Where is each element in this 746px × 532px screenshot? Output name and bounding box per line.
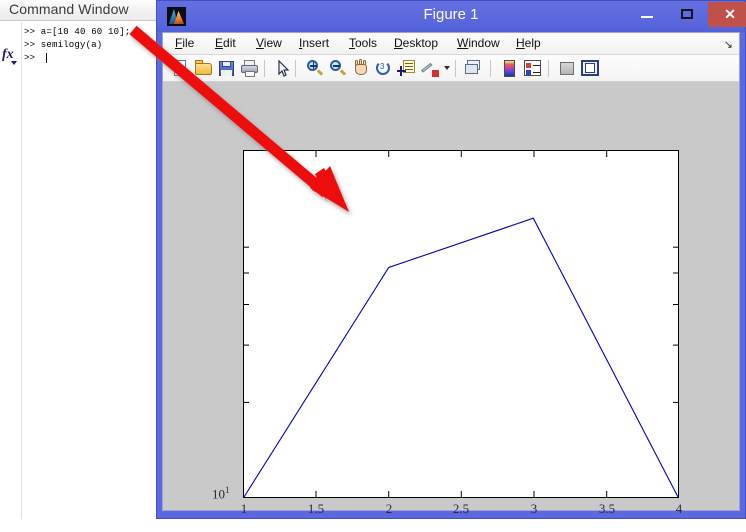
close-button[interactable]: ✕ (708, 2, 746, 27)
open-file-icon[interactable] (194, 59, 214, 78)
command-line: >> a=[10 40 60 10]; (24, 27, 131, 37)
command-window-titlebar[interactable]: Command Window (0, 0, 163, 21)
menu-insert[interactable]: Insert (299, 36, 329, 50)
x-tick-label: 4 (675, 501, 683, 516)
close-icon: ✕ (724, 6, 736, 22)
zoom-in-icon[interactable] (305, 59, 325, 78)
figure-titlebar[interactable]: Figure 1 ✕ (157, 1, 746, 32)
command-window-panel: Command Window fx >> a=[10 40 60 10]; >>… (0, 0, 175, 519)
fx-dropdown-caret-icon[interactable] (11, 61, 17, 65)
figure-toolbar: 3 (163, 55, 739, 82)
legend-icon[interactable] (523, 59, 543, 78)
command-window-title: Command Window (9, 1, 129, 17)
command-line: >> semilogy(a) (24, 40, 103, 50)
x-tick-label: 1 (240, 501, 248, 516)
data-cursor-icon[interactable] (397, 59, 417, 78)
maximize-icon (681, 9, 693, 19)
plot-svg (243, 151, 679, 498)
figure-plot-canvas[interactable]: 1 1.5 2 2.5 3 3.5 4 101 (163, 82, 739, 516)
menu-desktop[interactable]: Desktop (394, 36, 438, 50)
x-tick-label: 2 (385, 501, 393, 516)
hide-plot-tools-icon[interactable] (557, 59, 577, 78)
matlab-desktop: Command Window fx >> a=[10 40 60 10]; >>… (0, 0, 746, 532)
brush-dropdown-caret-icon[interactable] (444, 66, 450, 70)
x-tick-label: 2.5 (452, 501, 470, 516)
menu-help[interactable]: Help (516, 36, 541, 50)
toolbar-separator (455, 60, 456, 77)
save-figure-icon[interactable] (217, 59, 237, 78)
menu-edit[interactable]: Edit (215, 36, 236, 50)
toolbar-separator (548, 60, 549, 77)
menu-tools[interactable]: Tools (349, 36, 377, 50)
x-tick-label: 3.5 (598, 501, 616, 516)
menubar: File Edit View Insert Tools Desktop Wind… (163, 33, 739, 55)
menu-overflow-icon[interactable]: ↘ (724, 38, 733, 51)
rotate-3d-icon[interactable]: 3 (374, 59, 394, 78)
command-window-gutter: fx (0, 22, 22, 519)
x-tick-label: 1.5 (307, 501, 325, 516)
menu-file[interactable]: File (175, 36, 194, 50)
x-tick-label: 3 (530, 501, 538, 516)
toolbar-separator (295, 60, 296, 77)
figure-client-area: File Edit View Insert Tools Desktop Wind… (162, 32, 740, 516)
command-window-body[interactable]: fx >> a=[10 40 60 10]; >> semilogy(a) >> (0, 22, 163, 519)
x-axis-ticks (315, 151, 608, 497)
y-tick-label: 101 (212, 485, 230, 502)
pointer-select-icon[interactable] (273, 59, 293, 78)
new-figure-icon[interactable] (171, 59, 191, 78)
brush-data-icon[interactable] (421, 59, 441, 78)
data-series-line (243, 217, 679, 498)
minimize-button[interactable] (627, 1, 667, 28)
pan-hand-icon[interactable] (351, 59, 371, 78)
minimize-icon (641, 16, 653, 18)
toolbar-separator (264, 60, 265, 77)
y-axis-minor-ticks (244, 246, 678, 403)
show-plot-tools-icon[interactable] (580, 59, 600, 78)
fx-prompt-icon[interactable]: fx (2, 48, 14, 62)
print-figure-icon[interactable] (240, 59, 260, 78)
command-prompt[interactable]: >> (24, 53, 41, 63)
figure-window[interactable]: Figure 1 ✕ File Edit View Insert Tools D… (156, 0, 746, 519)
colorbar-icon[interactable] (500, 59, 520, 78)
text-caret (46, 53, 47, 63)
menu-view[interactable]: View (256, 36, 282, 50)
zoom-out-icon[interactable] (328, 59, 348, 78)
toolbar-separator (490, 60, 491, 77)
menu-window[interactable]: Window (457, 36, 500, 50)
link-plot-icon[interactable] (464, 59, 484, 78)
maximize-button[interactable] (667, 1, 707, 28)
